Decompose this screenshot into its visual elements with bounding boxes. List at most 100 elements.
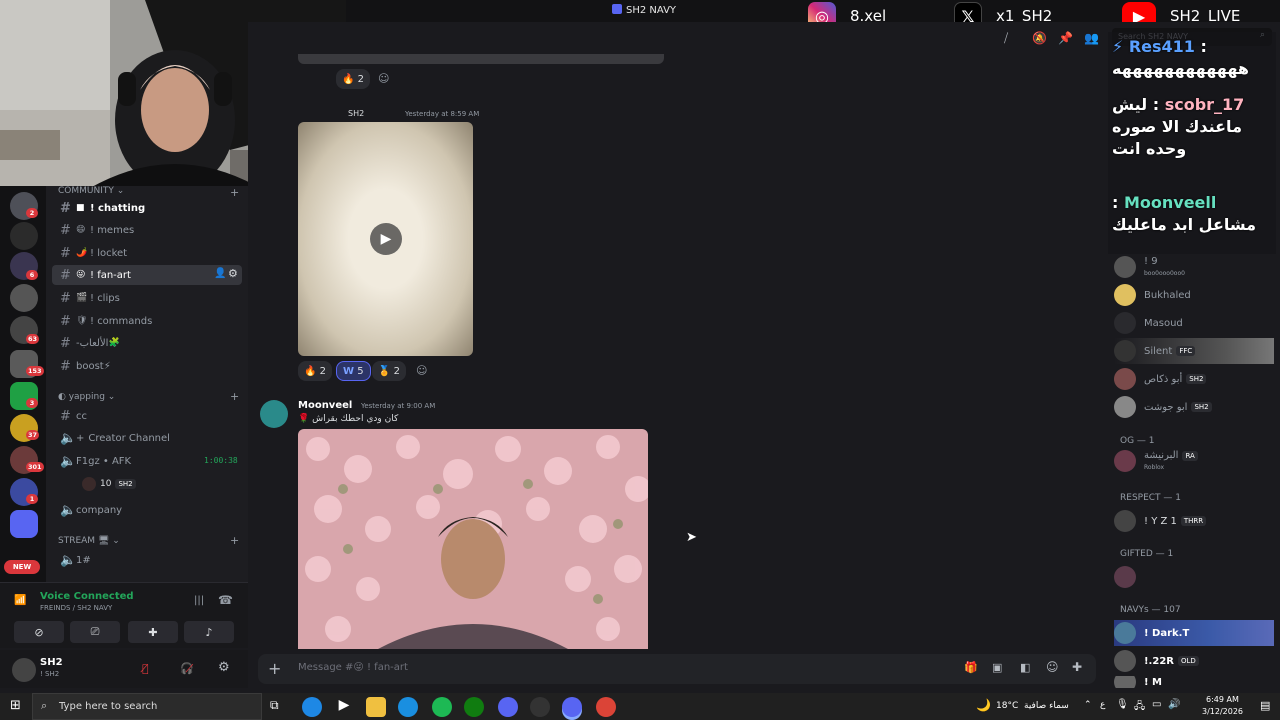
member-row[interactable]: ! Dark.T bbox=[1114, 620, 1274, 646]
emoji-icon[interactable]: ☺ bbox=[1046, 660, 1059, 674]
discord-active-icon[interactable] bbox=[562, 697, 582, 717]
language-indicator[interactable]: ع bbox=[1100, 700, 1105, 710]
image-attachment[interactable] bbox=[298, 429, 648, 649]
windows-start-icon[interactable]: ⊞ bbox=[10, 698, 21, 713]
hash-icon: # bbox=[60, 200, 71, 216]
gear-icon[interactable]: ⚙ bbox=[228, 267, 238, 280]
member-row[interactable]: البرنيشة RA Roblox bbox=[1114, 448, 1198, 474]
channel-commands[interactable]: # 🛡! commands bbox=[52, 311, 242, 331]
weather-text: سماء صافية bbox=[1024, 701, 1069, 711]
channel-chatting[interactable]: # ■ ! chatting bbox=[52, 198, 242, 218]
play-store-icon[interactable]: ▶ bbox=[334, 697, 354, 717]
message-input[interactable]: Message #😜 ! fan-art bbox=[298, 662, 408, 673]
message-composer[interactable]: + Message #😜 ! fan-art 🎁 ▣ ◧ ☺ ✚ bbox=[258, 654, 1096, 684]
member-row[interactable]: Bukhaled bbox=[1114, 282, 1191, 308]
gif-icon[interactable]: ▣ bbox=[992, 661, 1002, 674]
channel-clips[interactable]: # 🎬! clips bbox=[52, 288, 242, 308]
edge-icon[interactable] bbox=[398, 697, 418, 717]
overlay-text: مشاعل ابد ماعليك bbox=[1112, 215, 1257, 234]
avatar[interactable] bbox=[12, 658, 36, 682]
channel-games[interactable]: # -الألعاب 🧩 bbox=[52, 333, 242, 353]
chrome-icon[interactable] bbox=[302, 697, 322, 717]
video-attachment[interactable]: ▶ bbox=[298, 122, 473, 356]
spotify-icon[interactable] bbox=[432, 697, 452, 717]
battery-icon[interactable]: ▭ bbox=[1152, 699, 1161, 710]
clock-date[interactable]: 3/12/2026 bbox=[1202, 707, 1243, 716]
mute-icon[interactable]: 🎙̸ bbox=[142, 662, 149, 675]
add-reaction-icon[interactable]: ☺ bbox=[416, 364, 427, 377]
discord-icon[interactable] bbox=[498, 697, 518, 717]
member-row[interactable]: ! M bbox=[1114, 676, 1162, 688]
task-view-icon[interactable]: ⧉ bbox=[270, 698, 279, 713]
message-author[interactable]: Moonveel bbox=[298, 400, 352, 411]
avatar[interactable] bbox=[260, 400, 288, 428]
member-row[interactable]: ابو جوشت SH2 bbox=[1114, 394, 1212, 420]
member-row[interactable]: !.22R OLD bbox=[1114, 648, 1199, 674]
category-community[interactable]: COMMUNITY ⌄ bbox=[58, 186, 124, 196]
camera-button[interactable]: ⊘ bbox=[14, 621, 64, 643]
member-row[interactable]: ! Y Z 1 THRR bbox=[1114, 508, 1207, 534]
channel-locket[interactable]: # 🌶️! locket bbox=[52, 243, 242, 263]
w-icon: W bbox=[343, 365, 355, 377]
voice-channel-cc[interactable]: # cc bbox=[52, 406, 242, 426]
chrome-icon-2[interactable] bbox=[596, 697, 616, 717]
volume-icon[interactable]: 🔊 bbox=[1168, 699, 1180, 710]
reaction[interactable]: 🔥 2 bbox=[298, 361, 333, 381]
category-yapping[interactable]: ◐ yapping ⌄ bbox=[58, 392, 115, 402]
voice-location[interactable]: FREINDS / SH2 NAVY bbox=[40, 604, 112, 612]
user-settings-icon[interactable]: ⚙ bbox=[218, 660, 230, 675]
channel-label: ! chatting bbox=[90, 202, 146, 214]
add-attachment-icon[interactable]: + bbox=[268, 659, 281, 678]
network-icon[interactable]: 🖧 bbox=[1134, 699, 1145, 716]
member-row[interactable]: Masoud bbox=[1114, 310, 1183, 336]
file-explorer-icon[interactable] bbox=[366, 697, 386, 717]
reaction[interactable]: 🔥 2 bbox=[336, 69, 371, 89]
pin-icon[interactable]: 📌 bbox=[1058, 31, 1073, 45]
deafen-icon[interactable]: 🎧̸ bbox=[180, 662, 194, 675]
screen-share-button[interactable]: ⎚ bbox=[70, 621, 120, 643]
reaction[interactable]: W 5 bbox=[336, 361, 371, 381]
add-channel-icon[interactable]: + bbox=[230, 390, 239, 403]
threads-icon[interactable]: ⧸ bbox=[1004, 31, 1008, 46]
disconnect-icon[interactable]: ☎ bbox=[218, 593, 233, 607]
voice-channel-creator[interactable]: 🔈 + Creator Channel bbox=[52, 428, 242, 448]
channel-memes[interactable]: # 😄 ! memes bbox=[52, 220, 242, 240]
channel-fan-art[interactable]: # 😜 ! fan-art 👤 ⚙ bbox=[52, 265, 242, 285]
server-icon-11[interactable] bbox=[10, 510, 38, 538]
notification-center-icon[interactable]: ▤ bbox=[1260, 699, 1270, 712]
add-channel-icon[interactable]: + bbox=[230, 534, 239, 547]
voice-channel-stream[interactable]: 🔈 1# bbox=[52, 550, 242, 570]
notification-icon[interactable]: 🔕 bbox=[1032, 31, 1047, 45]
category-stream[interactable]: STREAM 🖥 ⌄ bbox=[58, 536, 120, 546]
xbox-icon[interactable] bbox=[464, 697, 484, 717]
microphone-icon[interactable]: 🎙 bbox=[1116, 699, 1129, 710]
member-row[interactable]: ! 9 boo0ooo0oo0 bbox=[1114, 254, 1185, 280]
voice-channel-afk[interactable]: 🔈 F1gz • AFK 1:00:38 bbox=[52, 451, 242, 471]
channel-boost[interactable]: # boost⚡ bbox=[52, 356, 242, 376]
apps-icon[interactable]: ✚ bbox=[1072, 660, 1082, 674]
previous-image[interactable] bbox=[298, 54, 664, 64]
voice-member[interactable]: 10 SH2 bbox=[82, 476, 136, 492]
soundboard-button[interactable]: ♪ bbox=[184, 621, 234, 643]
member-row[interactable] bbox=[1114, 564, 1144, 590]
voice-channel-company[interactable]: 🔈 company bbox=[52, 500, 242, 520]
member-row[interactable]: أبو ذكاص SH2 bbox=[1114, 366, 1207, 392]
add-member-icon[interactable]: 👤 bbox=[214, 268, 226, 279]
taskbar-search[interactable]: ⌕ Type here to search bbox=[32, 693, 262, 720]
noise-suppression-icon[interactable]: ||| bbox=[194, 595, 204, 606]
add-reaction-icon[interactable]: ☺ bbox=[378, 72, 389, 85]
server-icon-4[interactable] bbox=[10, 284, 38, 312]
play-icon[interactable]: ▶ bbox=[370, 223, 402, 255]
voice-member-name: 10 bbox=[100, 479, 112, 489]
member-list-icon[interactable]: 👥 bbox=[1084, 31, 1099, 45]
member-row[interactable]: Silent FFC bbox=[1114, 338, 1274, 364]
sticker-icon[interactable]: ◧ bbox=[1020, 661, 1030, 674]
server-icon-2[interactable] bbox=[10, 222, 38, 250]
activity-button[interactable]: ✚ bbox=[128, 621, 178, 643]
reaction[interactable]: 🏅 2 bbox=[372, 361, 407, 381]
clock-time[interactable]: 6:49 AM bbox=[1206, 695, 1239, 704]
obs-icon[interactable] bbox=[530, 697, 550, 717]
hash-icon: # bbox=[60, 335, 71, 351]
tray-chevron-icon[interactable]: ⌃ bbox=[1084, 700, 1092, 710]
gift-icon[interactable]: 🎁 bbox=[964, 661, 978, 674]
